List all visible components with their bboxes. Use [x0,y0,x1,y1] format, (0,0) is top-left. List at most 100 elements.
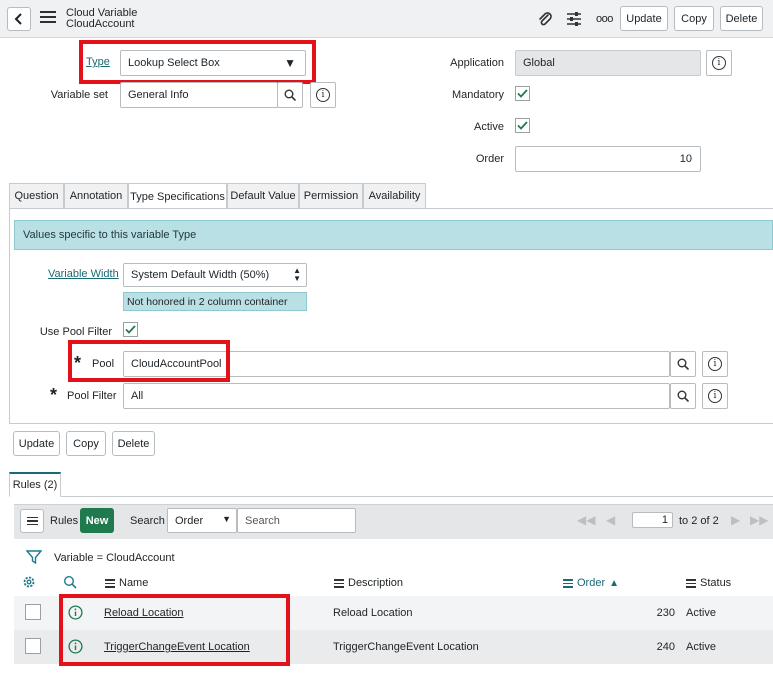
required-asterisk-icon: * [50,385,58,405]
delete-button-header[interactable]: Delete [720,6,763,31]
update-button[interactable]: Update [13,431,60,456]
row-status: Active [686,641,716,653]
column-menu-icon [563,577,573,590]
form-title-record: CloudAccount [66,18,135,30]
mandatory-label: Mandatory [452,89,504,101]
pool-filter-label: Pool Filter [67,390,117,402]
personalize-list-gear-icon[interactable] [22,575,36,592]
highlight-pool [68,340,230,382]
highlight-rules [59,594,290,666]
column-order-label: Order [577,577,606,590]
row-description: Reload Location [333,607,413,619]
column-header-order[interactable]: Order ▲ [563,577,619,590]
update-button-header[interactable]: Update [620,6,668,31]
search-placeholder: Search [245,514,280,527]
application-value: Global [523,57,555,69]
related-tab-divider [9,496,773,497]
personalize-form-icon[interactable] [565,10,583,28]
tab-annotation[interactable]: Annotation [64,183,128,208]
variable-width-label[interactable]: Variable Width [48,268,119,280]
search-column-icon[interactable] [63,575,77,592]
tab-permission[interactable]: Permission [299,183,363,208]
pool-filter-value: All [131,390,144,402]
delete-button[interactable]: Delete [112,431,155,456]
column-description-label: Description [348,577,404,590]
highlight-type [79,40,316,84]
back-button[interactable] [7,7,31,31]
application-label: Application [450,57,504,69]
search-field-value: Order [175,514,204,527]
search-label: Search [130,515,165,527]
tab-question[interactable]: Question [9,183,64,208]
page-number-value: 1 [661,514,668,526]
context-menu-icon[interactable] [40,11,56,25]
paperclip-icon[interactable] [536,10,554,28]
info-icon: i [708,357,722,371]
new-button[interactable]: New [80,508,114,533]
pool-filter-field[interactable]: All [123,383,670,409]
filter-icon[interactable] [25,549,43,568]
search-field-select[interactable]: Order ▼ [167,508,237,533]
list-menu-button[interactable] [20,509,44,533]
copy-button[interactable]: Copy [66,431,106,456]
pool-filter-lookup-button[interactable] [670,383,696,409]
filter-breadcrumb[interactable]: Variable = CloudAccount [54,552,175,564]
pool-info-button[interactable]: i [702,351,728,377]
row-order: 230 [656,607,675,619]
active-checkbox[interactable] [515,118,530,133]
column-header-status[interactable]: Status [686,577,731,590]
pool-filter-info-button[interactable]: i [702,383,728,409]
first-page-icon[interactable]: ◀◀ [577,513,595,527]
variable-width-select[interactable]: System Default Width (50%) ▲ ▼ [123,263,307,287]
copy-button-header[interactable]: Copy [674,6,714,31]
previous-page-icon[interactable]: ◀ [606,513,615,527]
width-note: Not honored in 2 column container [123,292,307,311]
tab-availability[interactable]: Availability [363,183,426,208]
variable-set-field[interactable]: General Info [120,82,278,108]
use-pool-filter-checkbox[interactable] [123,322,138,337]
variable-width-value: System Default Width (50%) [131,269,270,281]
order-label: Order [475,153,504,165]
row-status: Active [686,607,716,619]
column-header-description[interactable]: Description [334,577,403,590]
next-page-icon[interactable]: ▶ [731,513,740,527]
page-number-input[interactable]: 1 [632,512,673,528]
info-icon: i [712,56,726,70]
last-page-icon[interactable]: ▶▶ [750,513,768,527]
tab-type-specifications[interactable]: Type Specifications [128,183,227,209]
column-menu-icon [105,577,115,590]
info-icon: i [708,389,722,403]
page-total: to 2 of 2 [679,515,719,527]
tab-rules[interactable]: Rules (2) [9,472,61,497]
more-options-icon[interactable]: ooo [596,13,613,25]
checkmark-icon [125,325,136,334]
variable-set-lookup-button[interactable] [277,82,303,108]
pool-lookup-button[interactable] [670,351,696,377]
application-field: Global [515,50,701,76]
hamburger-icon [26,515,38,528]
variable-set-info-button[interactable]: i [310,82,336,108]
row-description: TriggerChangeEvent Location [333,641,479,653]
list-title: Rules [50,515,79,527]
order-field[interactable]: 10 [515,146,701,172]
row-checkbox[interactable] [25,638,41,654]
info-icon: i [316,88,330,102]
tab-default-value[interactable]: Default Value [227,183,299,208]
search-icon [677,358,689,370]
order-value: 10 [679,153,692,165]
search-input[interactable]: Search [237,508,356,533]
application-info-button[interactable]: i [706,50,732,76]
variable-set-value: General Info [128,89,189,101]
use-pool-filter-label: Use Pool Filter [39,326,112,338]
row-order: 240 [656,641,675,653]
mandatory-checkbox[interactable] [515,86,530,101]
column-status-label: Status [700,577,732,590]
type-spec-banner: Values specific to this variable Type [14,220,773,250]
variable-set-label: Variable set [50,89,108,101]
sort-ascending-icon: ▲ [609,577,620,589]
row-checkbox[interactable] [25,604,41,620]
search-icon [284,89,296,101]
column-name-label: Name [119,577,149,590]
chevron-left-icon [14,13,22,25]
column-header-name[interactable]: Name [105,577,148,590]
